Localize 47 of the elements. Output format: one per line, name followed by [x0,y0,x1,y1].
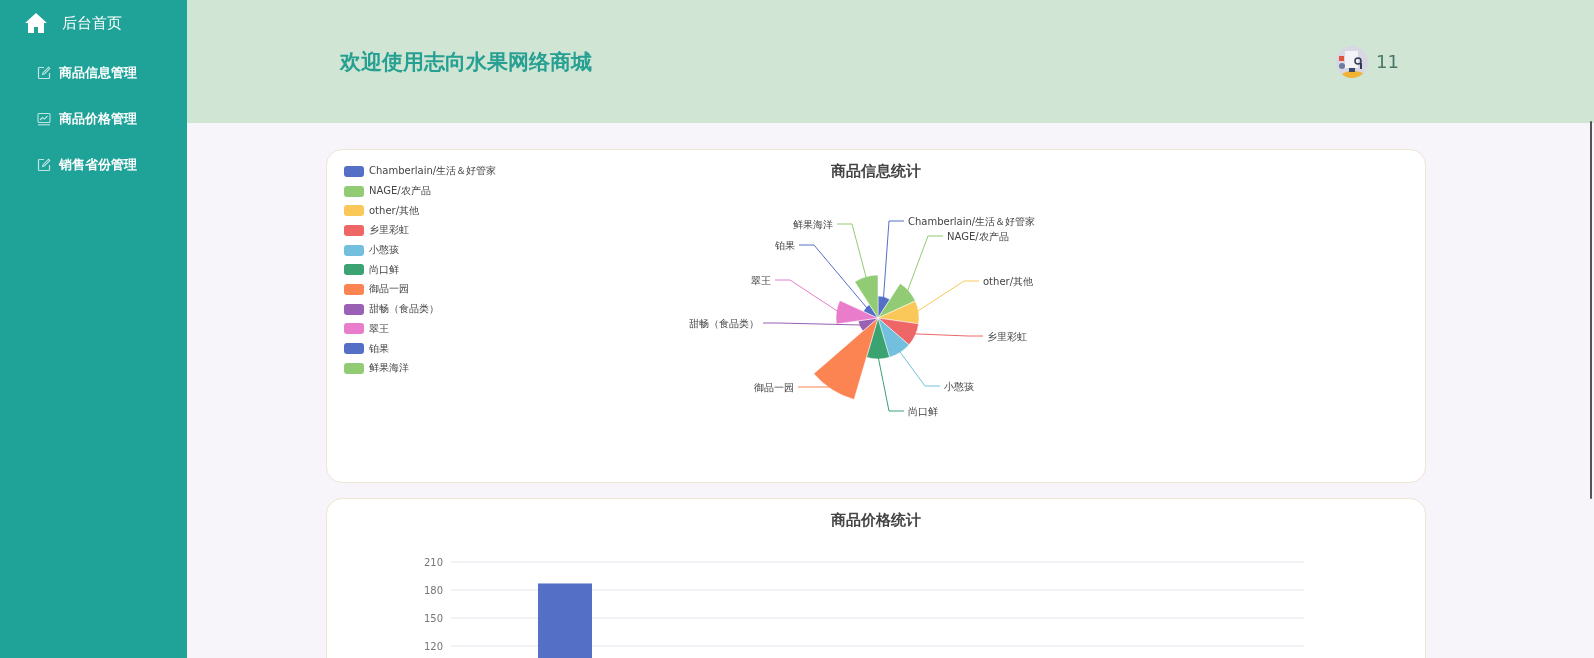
axis-tick-label: 210 [423,556,443,568]
axis-tick-label: 150 [423,612,443,624]
legend-label: Chamberlain/生活＆好管家 [369,164,497,179]
legend-item[interactable]: 鲜果海洋 [344,360,497,376]
slice-label: NAGE/农产品 [947,230,1009,242]
legend-label: 御品一园 [369,282,409,297]
axis-tick-label: 180 [423,584,443,596]
legend-item[interactable]: 乡里彩虹 [344,223,497,238]
slice-label: 鲜果海洋 [793,218,833,230]
axis-tick-label: 120 [423,640,443,652]
leader-line [912,333,984,337]
legend-label: 乡里彩虹 [369,223,409,238]
slice-label: 尚口鲜 [908,405,938,417]
slice-label: 乡里彩虹 [987,330,1027,342]
legend-label: 甜畅（食品类） [369,302,439,317]
legend-item[interactable]: 御品一园 [344,282,497,297]
legend-item[interactable]: 小憨孩 [344,242,497,258]
legend-item[interactable]: 翠王 [344,321,497,337]
slice-label: 铂果 [775,239,795,251]
legend-label: 铂果 [369,341,389,356]
legend-item[interactable]: NAGE/农产品 [344,183,497,199]
legend-item[interactable]: 甜畅（食品类） [344,301,497,317]
slice-label: 御品一园 [754,381,794,393]
slice-label: Chamberlain/生活＆好管家 [908,215,1036,227]
legend-item[interactable]: 尚口鲜 [344,262,497,278]
legend-label: NAGE/农产品 [369,184,431,199]
chart-title: 商品信息统计 [831,162,921,180]
site-title: 欢迎使用志向水果网络商城 [340,48,592,76]
legend-item[interactable]: Chamberlain/生活＆好管家 [344,164,497,179]
home-icon[interactable] [24,12,48,34]
legend-label: 小憨孩 [369,243,399,258]
chart-icon [37,112,51,126]
slice-label: other/其他 [983,275,1033,287]
slice-label: 甜畅（食品类） [689,317,759,329]
legend-item[interactable]: 铂果 [344,341,497,356]
legend-label: 鲜果海洋 [369,361,409,376]
legend-label: other/其他 [369,203,419,218]
slice-label: 翠王 [751,274,771,286]
legend-label: 尚口鲜 [369,262,399,277]
slice-label: 小憨孩 [944,380,974,392]
legend-label: 翠王 [369,321,389,336]
chart-title: 商品价格统计 [831,511,921,529]
legend-item[interactable]: other/其他 [344,203,497,219]
edit-icon [37,66,51,80]
edit-icon [37,158,51,172]
user-name: 11 [1376,51,1399,72]
scrollbar[interactable] [1590,121,1592,499]
